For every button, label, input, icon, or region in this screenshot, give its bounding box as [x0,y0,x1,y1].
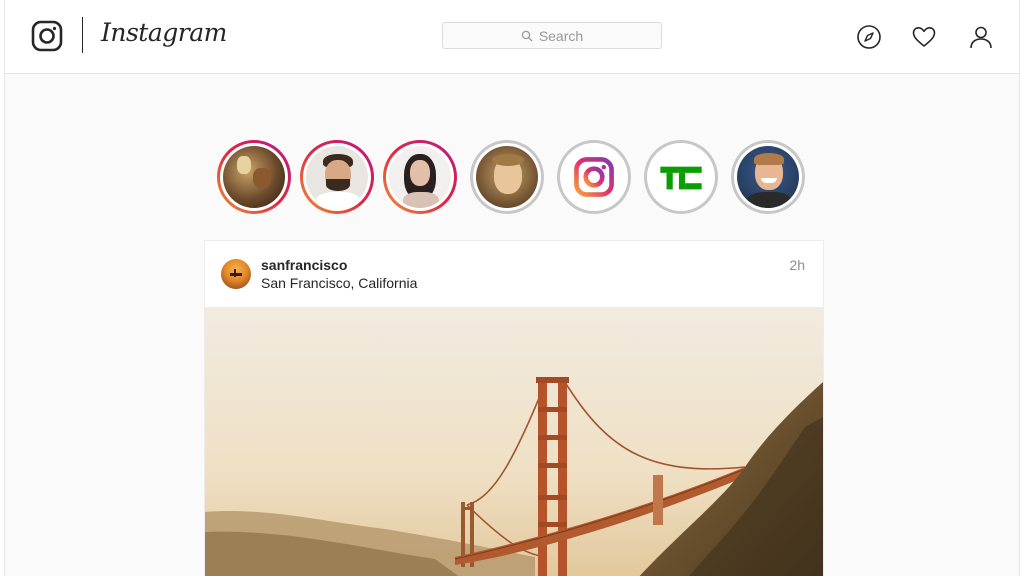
story-avatar[interactable] [731,140,805,214]
story-photo [223,146,285,208]
logo-divider [82,17,83,53]
story-avatar[interactable] [383,140,457,214]
post-timestamp: 2h [789,257,805,273]
post-location[interactable]: San Francisco, California [261,275,417,291]
golden-gate-bridge-photo [205,307,823,576]
story-techcrunch-logo [650,146,712,208]
person-icon[interactable] [968,24,994,50]
post-author-avatar[interactable] [221,259,251,289]
instagram-logo-icon [574,157,614,197]
story-avatar[interactable] [557,140,631,214]
search-placeholder: Search [538,27,584,44]
story-avatar[interactable] [470,140,544,214]
story-photo [476,146,538,208]
story-avatar[interactable] [644,140,718,214]
story-avatar[interactable] [300,140,374,214]
post-username[interactable]: sanfrancisco [261,257,347,273]
story-photo [737,146,799,208]
search-icon [521,30,533,41]
post-photo[interactable] [205,307,823,576]
story-instagram-logo [563,146,625,208]
app-frame: Instagram Search sanfrancisco San Franci… [4,0,1020,576]
top-navigation-bar: Instagram Search [5,0,1019,74]
story-photo [306,146,368,208]
stories-tray [217,140,817,220]
heart-icon[interactable] [911,24,937,50]
techcrunch-logo-icon [660,166,702,190]
story-avatar[interactable] [217,140,291,214]
instagram-camera-icon[interactable] [31,20,63,52]
feed-post: sanfrancisco San Francisco, California 2… [204,240,824,576]
search-input[interactable]: Search [442,22,662,49]
instagram-wordmark[interactable]: Instagram [101,18,227,47]
compass-icon[interactable] [856,24,882,50]
story-photo [389,146,451,208]
